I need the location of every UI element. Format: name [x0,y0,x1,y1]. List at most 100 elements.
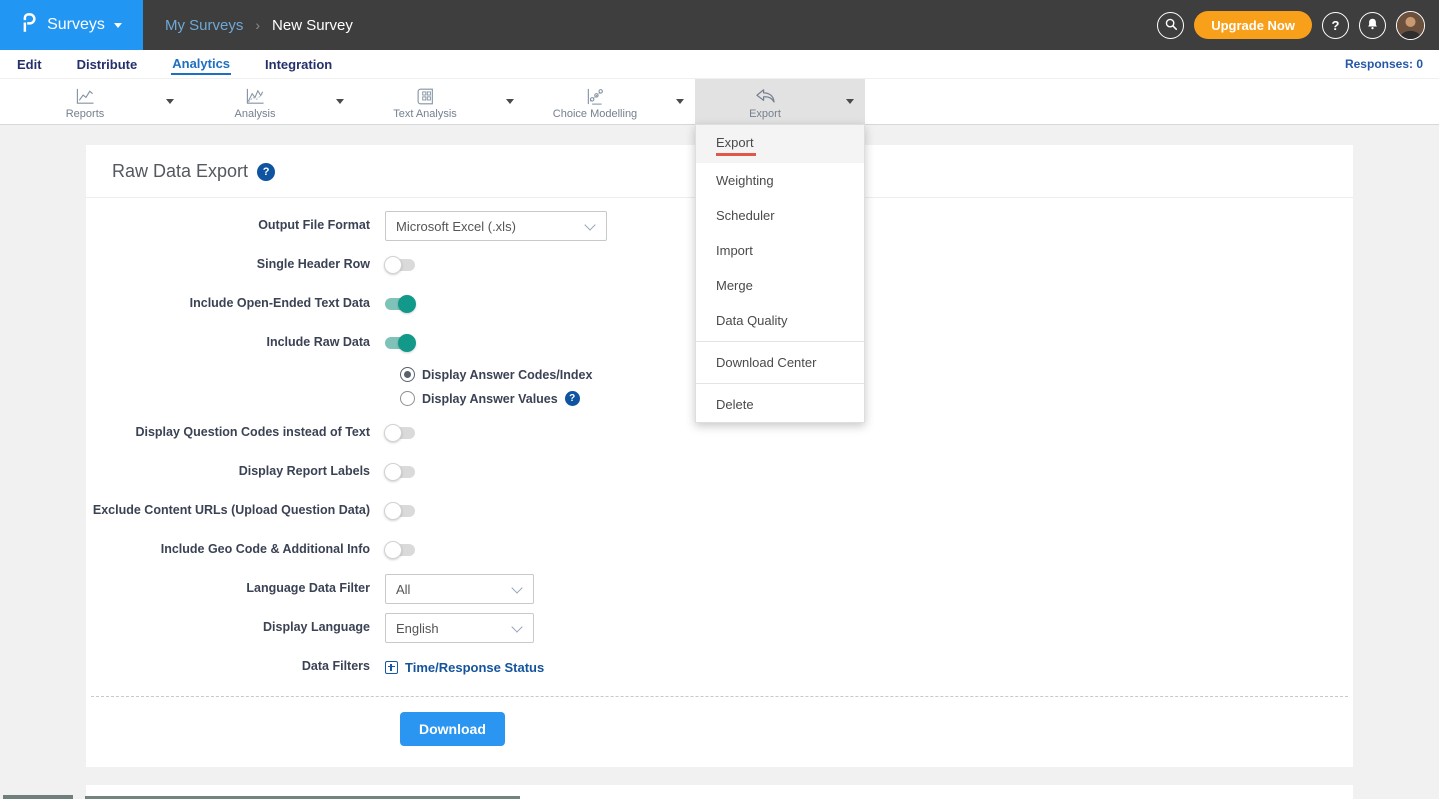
menu-item-weighting[interactable]: Weighting [696,163,864,198]
include-raw-data-label: Include Raw Data [86,335,385,351]
help-icon: ? [1332,18,1340,33]
active-item-underline [716,153,756,156]
answer-codes-option[interactable]: Display Answer Codes/Index [400,367,1353,382]
exclude-urls-toggle[interactable] [385,503,415,519]
text-analysis-document-icon [414,87,436,106]
chevron-down-icon [676,99,684,104]
display-language-select[interactable]: English [385,613,534,643]
language-filter-label: Language Data Filter [86,581,385,597]
menu-divider [696,383,864,384]
include-raw-data-toggle[interactable] [385,335,415,351]
radio-selected-icon [400,367,415,382]
display-language-label: Display Language [86,620,385,636]
language-filter-row: Language Data Filter All [86,574,1353,604]
chevron-down-icon [511,582,522,593]
language-filter-select[interactable]: All [385,574,534,604]
breadcrumb: My Surveys › New Survey [165,17,353,34]
add-filter-plus-icon[interactable] [385,661,398,674]
data-filters-row: Data Filters Time/Response Status [86,652,1353,682]
toolbar-group-analysis: Analysis [185,79,355,124]
help-button[interactable]: ? [1322,12,1349,39]
report-labels-toggle[interactable] [385,464,415,480]
chevron-down-icon [506,99,514,104]
bottom-partial-element [3,795,73,799]
nav-tab-distribute[interactable]: Distribute [76,55,139,74]
toolbar-choice-modelling-button[interactable]: Choice Modelling [525,79,665,124]
chevron-down-icon [846,99,854,104]
breadcrumb-my-surveys[interactable]: My Surveys [165,17,243,34]
toolbar-analysis-label: Analysis [235,108,276,120]
chevron-down-icon [336,99,344,104]
chevron-down-icon [584,219,595,230]
analysis-chart-icon [243,87,267,106]
avatar[interactable] [1396,11,1425,40]
nav-tab-analytics[interactable]: Analytics [171,54,231,75]
chevron-down-icon [166,99,174,104]
upgrade-now-button[interactable]: Upgrade Now [1194,11,1312,39]
single-header-toggle[interactable] [385,257,415,273]
menu-divider [696,341,864,342]
toolbar-reports-caret[interactable] [155,79,185,124]
analytics-toolbar: Reports Analysis [0,78,1439,125]
menu-item-import[interactable]: Import [696,233,864,268]
toolbar-export-label: Export [749,108,781,120]
toolbar-text-analysis-label: Text Analysis [393,108,457,120]
geo-code-label: Include Geo Code & Additional Info [86,542,385,558]
menu-item-download-center[interactable]: Download Center [696,345,864,380]
open-ended-label: Include Open-Ended Text Data [86,296,385,312]
menu-item-data-quality[interactable]: Data Quality [696,303,864,338]
toolbar-reports-label: Reports [66,108,105,120]
download-button[interactable]: Download [400,712,505,746]
toolbar-export-caret[interactable] [835,79,865,124]
exclude-urls-row: Exclude Content URLs (Upload Question Da… [86,496,1353,526]
download-row: Download [86,697,1353,767]
menu-item-merge[interactable]: Merge [696,268,864,303]
output-file-format-label: Output File Format [86,218,385,234]
export-dropdown-menu: Export Weighting Scheduler Import Merge … [695,124,865,423]
toolbar-reports-button[interactable]: Reports [15,79,155,124]
toolbar-analysis-caret[interactable] [325,79,355,124]
breadcrumb-separator: › [255,17,260,33]
questionpro-logo-icon [21,12,38,38]
search-button[interactable] [1157,12,1184,39]
geo-code-toggle[interactable] [385,542,415,558]
chevron-down-icon [511,621,522,632]
toolbar-text-analysis-button[interactable]: Text Analysis [355,79,495,124]
toolbar-choice-modelling-caret[interactable] [665,79,695,124]
data-filters-label: Data Filters [86,659,385,675]
menu-item-delete[interactable]: Delete [696,387,864,422]
product-switcher[interactable]: Surveys [0,0,143,50]
export-arrow-icon [754,87,777,106]
menu-item-export[interactable]: Export [696,125,864,163]
toolbar-group-reports: Reports [15,79,185,124]
toolbar-group-choice-modelling: Choice Modelling [525,79,695,124]
help-icon[interactable]: ? [565,391,580,406]
toolbar-text-analysis-caret[interactable] [495,79,525,124]
nav-tab-integration[interactable]: Integration [264,55,333,74]
output-file-format-select[interactable]: Microsoft Excel (.xls) [385,211,607,241]
toolbar-choice-modelling-label: Choice Modelling [553,108,637,120]
menu-item-scheduler[interactable]: Scheduler [696,198,864,233]
time-response-status-link[interactable]: Time/Response Status [405,660,544,675]
radio-unselected-icon [400,391,415,406]
toolbar-group-text-analysis: Text Analysis [355,79,525,124]
toolbar-analysis-button[interactable]: Analysis [185,79,325,124]
question-codes-toggle[interactable] [385,425,415,441]
search-icon [1164,17,1178,34]
bell-icon [1365,17,1380,34]
report-labels-label: Display Report Labels [86,464,385,480]
open-ended-toggle[interactable] [385,296,415,312]
answer-values-option[interactable]: Display Answer Values ? [400,391,1353,406]
choice-modelling-scatter-icon [583,87,607,106]
product-label: Surveys [47,16,105,34]
exclude-urls-label: Exclude Content URLs (Upload Question Da… [86,503,385,519]
help-icon[interactable]: ? [257,163,275,181]
responses-count: Responses: 0 [1345,57,1423,71]
question-codes-label: Display Question Codes instead of Text [86,425,385,441]
toolbar-export-button[interactable]: Export [695,79,835,124]
nav-tab-edit[interactable]: Edit [16,55,43,74]
toolbar-group-export: Export [695,79,865,124]
notifications-button[interactable] [1359,12,1386,39]
breadcrumb-current-survey: New Survey [272,17,353,34]
page-title: Raw Data Export [112,161,248,182]
